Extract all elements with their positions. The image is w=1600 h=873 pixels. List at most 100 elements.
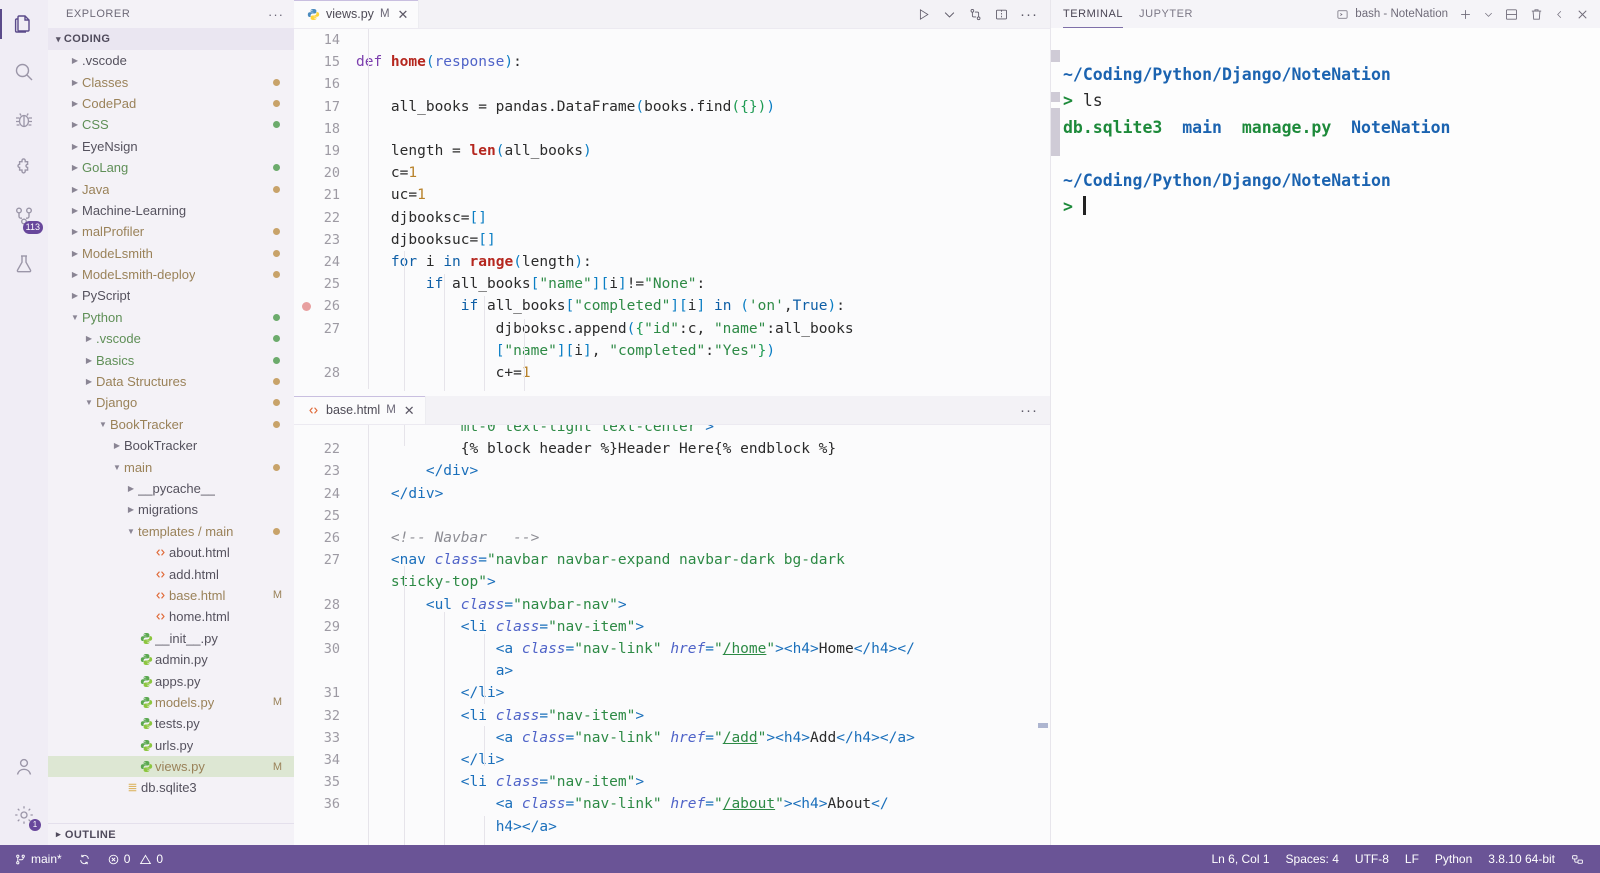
tree-item--vscode[interactable]: ▶ .vscode [48,328,294,349]
tree-item-templates-main[interactable]: ▼ templates / main [48,521,294,542]
tree-item-models-py[interactable]: models.py M [48,692,294,713]
folder-status-dot [273,164,280,172]
tree-item-css[interactable]: ▶ CSS [48,114,294,135]
tree-item--vscode[interactable]: ▶ .vscode [48,50,294,71]
tree-item-db-sqlite3[interactable]: db.sqlite3 [48,777,294,798]
new-terminal-icon[interactable] [1458,7,1473,22]
tree-item-modelsmith-deploy[interactable]: ▶ ModeLsmith-deploy [48,264,294,285]
tree-item-machine-learning[interactable]: ▶ Machine-Learning [48,200,294,221]
split-diff-icon[interactable] [968,7,983,22]
settings-gear-icon[interactable]: 1 [0,791,48,839]
terminal-path: ~/Coding/Python/Django/NoteNation [1063,170,1391,190]
kill-terminal-icon[interactable] [1529,7,1544,22]
chevron-down-icon[interactable] [1483,9,1494,20]
code-text: <a class="nav-link" href="/home"><h4>Hom… [495,641,915,658]
code-line: 25 [294,505,1050,527]
status-remote-window[interactable] [1563,845,1592,873]
tree-item-booktracker[interactable]: ▼ BookTracker [48,414,294,435]
tree-item-django[interactable]: ▼ Django [48,392,294,413]
tab-jupyter-label: JUPYTER [1139,8,1193,20]
tree-item-views-py[interactable]: views.py M [48,755,294,778]
testing-icon[interactable] [0,240,48,288]
tab-base-html-close-icon[interactable]: ✕ [402,404,415,417]
tree-item-booktracker[interactable]: ▶ BookTracker [48,435,294,456]
explorer-root-folder[interactable]: ▾ CODING [48,28,294,50]
tree-item-tests-py[interactable]: tests.py [48,713,294,734]
status-problems[interactable]: 0 0 [99,845,171,873]
tree-item--pycache-[interactable]: ▶ __pycache__ [48,478,294,499]
tree-item-eyensign[interactable]: ▶ EyeNsign [48,136,294,157]
tab-base-html[interactable]: base.html M ✕ [294,396,426,424]
tab-jupyter[interactable]: JUPYTER [1139,0,1193,28]
status-eol[interactable]: LF [1397,845,1427,873]
breakpoint-dot[interactable] [302,302,311,312]
close-panel-icon[interactable] [1575,7,1590,22]
tab-views-py-close-icon[interactable]: ✕ [396,8,409,21]
tree-item-main[interactable]: ▼ main [48,456,294,477]
tree-item-codepad[interactable]: ▶ CodePad [48,93,294,114]
editor-group: views.py M ✕ ··· 14 15 def home(response… [294,0,1050,845]
explorer-icon[interactable] [0,0,48,48]
code-line: 23 djbooksuc=[] [294,229,1050,251]
status-cursor-position[interactable]: Ln 6, Col 1 [1203,845,1277,873]
tree-item--init-py[interactable]: __init__.py [48,628,294,649]
tree-item-java[interactable]: ▶ Java [48,178,294,199]
terminal-output[interactable]: ~/Coding/Python/Django/NoteNation > ls db.… [1051,28,1600,845]
chevron-right-icon: ▶ [85,355,93,365]
tree-item-modelsmith[interactable]: ▶ ModeLsmith [48,243,294,264]
split-terminal-icon[interactable] [1504,7,1519,22]
outline-section[interactable]: ▸ OUTLINE [48,823,294,845]
scrollbar-marker[interactable] [1038,723,1048,728]
accounts-icon[interactable] [0,743,48,791]
more-actions-icon[interactable]: ··· [1020,403,1038,418]
tree-item-about-html[interactable]: about.html [48,542,294,563]
tab-terminal[interactable]: TERMINAL [1063,0,1124,28]
tree-item-pyscript[interactable]: ▶ PyScript [48,285,294,306]
code-text: djbooksc=[] [356,209,487,226]
source-control-icon[interactable]: 113 [0,192,48,240]
chevron-right-icon: ▶ [71,227,79,237]
tree-item-malprofiler[interactable]: ▶ malProfiler [48,221,294,242]
status-language-mode[interactable]: Python [1427,845,1480,873]
folder-status-dot [273,399,280,407]
status-branch[interactable]: main* [6,845,70,873]
chevron-down-icon[interactable] [942,7,957,22]
code-view-base-html[interactable]: mt-0 text-light text-center"> 22 {% block… [294,425,1050,845]
tree-item-apps-py[interactable]: apps.py [48,670,294,691]
tree-item-golang[interactable]: ▶ GoLang [48,157,294,178]
chevron-down-icon: ▼ [71,312,79,322]
tree-item-classes[interactable]: ▶ Classes [48,71,294,92]
tree-item-migrations[interactable]: ▶ migrations [48,499,294,520]
folder-status-dot [273,420,280,428]
code-text: </li> [460,752,505,769]
tree-item-label: apps.py [155,673,201,689]
tree-item-basics[interactable]: ▶ Basics [48,349,294,370]
status-indentation[interactable]: Spaces: 4 [1278,845,1347,873]
code-line: 24 </div> [294,483,1050,505]
code-view-views-py[interactable]: 14 15 def home(response): 16 17 all_books = … [294,29,1050,396]
tree-item-home-html[interactable]: home.html [48,606,294,627]
code-text: a> [495,663,514,680]
run-icon[interactable] [916,7,931,22]
file-tree[interactable]: ▶ .vscode ▶ Classes ▶ CodePad ▶ CSS ▶ EyeNsign ▶ Go… [48,50,294,823]
debug-icon[interactable] [0,96,48,144]
sidebar-more-icon[interactable]: ··· [268,7,284,22]
terminal-scrollbar[interactable] [1051,50,1060,156]
split-editor-icon[interactable] [994,7,1009,22]
tree-item-base-html[interactable]: base.html M [48,585,294,606]
tree-item-admin-py[interactable]: admin.py [48,649,294,670]
tree-item-add-html[interactable]: add.html [48,563,294,584]
tree-item-python[interactable]: ▼ Python [48,307,294,328]
search-icon[interactable] [0,48,48,96]
extensions-icon[interactable] [0,144,48,192]
more-actions-icon[interactable]: ··· [1020,7,1038,22]
terminal-selector[interactable]: bash - NoteNation [1336,8,1448,21]
tree-item-urls-py[interactable]: urls.py [48,735,294,756]
chevron-left-icon[interactable] [1554,8,1565,21]
status-python-interpreter[interactable]: 3.8.10 64-bit [1480,845,1563,873]
code-line: 19 length = len(all_books) [294,140,1050,162]
tab-views-py[interactable]: views.py M ✕ [294,0,420,28]
tree-item-data-structures[interactable]: ▶ Data Structures [48,371,294,392]
status-encoding[interactable]: UTF-8 [1347,845,1397,873]
status-sync[interactable] [70,845,99,873]
